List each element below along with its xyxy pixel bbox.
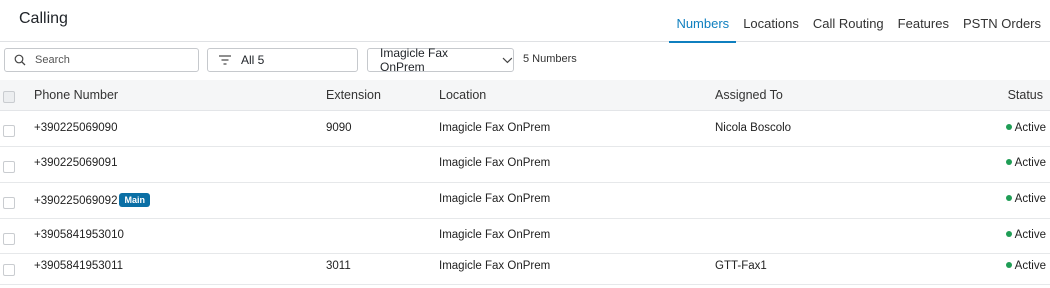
location-cell: Imagicle Fax OnPrem bbox=[439, 260, 551, 272]
extension-cell: 3011 bbox=[326, 260, 351, 272]
table-row[interactable]: +390225069092 Main Imagicle Fax OnPrem Ac… bbox=[0, 183, 1050, 219]
main-number-badge: Main bbox=[119, 193, 150, 207]
status-label: Active bbox=[1014, 229, 1046, 241]
search-input[interactable] bbox=[35, 54, 185, 66]
phone-number-cell: +390225069090 bbox=[34, 122, 118, 134]
page-title: Calling bbox=[19, 10, 68, 27]
location-cell: Imagicle Fax OnPrem bbox=[439, 157, 551, 169]
status-cell: Active bbox=[1005, 157, 1046, 169]
status-cell: Active bbox=[1005, 260, 1046, 272]
tab-locations[interactable]: Locations bbox=[736, 0, 806, 42]
location-cell: Imagicle Fax OnPrem bbox=[439, 122, 551, 134]
tab-pstn-orders[interactable]: PSTN Orders bbox=[956, 0, 1048, 42]
row-checkbox[interactable] bbox=[3, 161, 15, 173]
assigned-to-cell: GTT-Fax1 bbox=[715, 260, 767, 272]
status-dot-icon bbox=[1005, 195, 1012, 201]
status-dot-icon bbox=[1005, 124, 1012, 130]
phone-number-cell: +3905841953010 bbox=[34, 229, 124, 241]
status-cell: Active bbox=[1005, 122, 1046, 134]
column-header-status[interactable]: Status bbox=[1008, 88, 1043, 102]
page-header: Calling Numbers Locations Call Routing F… bbox=[0, 0, 1050, 43]
row-checkbox[interactable] bbox=[3, 197, 15, 209]
status-cell: Active bbox=[1005, 229, 1046, 241]
tab-features[interactable]: Features bbox=[891, 0, 956, 42]
result-count: 5 Numbers bbox=[523, 53, 577, 65]
table-row[interactable]: +3905841953011 3011 Imagicle Fax OnPrem … bbox=[0, 254, 1050, 285]
row-checkbox[interactable] bbox=[3, 264, 15, 276]
chevron-down-icon bbox=[502, 57, 513, 63]
table-row[interactable]: +3905841953010 Imagicle Fax OnPrem Activ… bbox=[0, 219, 1050, 254]
filter-icon bbox=[219, 55, 231, 65]
status-label: Active bbox=[1014, 122, 1046, 134]
status-label: Active bbox=[1014, 157, 1046, 169]
status-dot-icon bbox=[1005, 231, 1012, 237]
status-dot-icon bbox=[1005, 159, 1012, 165]
row-checkbox[interactable] bbox=[3, 125, 15, 137]
status-label: Active bbox=[1014, 193, 1046, 205]
extension-cell: 9090 bbox=[326, 122, 352, 134]
phone-number-cell: +390225069092 Main bbox=[34, 193, 150, 207]
location-cell: Imagicle Fax OnPrem bbox=[439, 193, 551, 205]
table-header: Phone Number Extension Location Assigned… bbox=[0, 80, 1050, 111]
assigned-to-cell: Nicola Boscolo bbox=[715, 122, 792, 134]
table-row[interactable]: +390225069091 Imagicle Fax OnPrem Active bbox=[0, 147, 1050, 183]
status-dot-icon bbox=[1005, 262, 1012, 268]
tab-numbers[interactable]: Numbers bbox=[669, 0, 736, 43]
status-cell: Active bbox=[1005, 193, 1046, 205]
search-box[interactable] bbox=[4, 48, 199, 72]
status-label: Active bbox=[1014, 260, 1046, 272]
table-row[interactable]: +390225069090 9090 Imagicle Fax OnPrem N… bbox=[0, 111, 1050, 147]
location-select-value: Imagicle Fax OnPrem bbox=[380, 46, 449, 74]
phone-number-text: +390225069092 bbox=[34, 195, 118, 207]
location-select[interactable]: Imagicle Fax OnPrem bbox=[367, 46, 514, 74]
column-header-extension[interactable]: Extension bbox=[326, 88, 381, 102]
phone-number-cell: +3905841953011 bbox=[34, 260, 124, 272]
select-all-checkbox[interactable] bbox=[3, 91, 15, 103]
location-cell: Imagicle Fax OnPrem bbox=[439, 229, 551, 241]
filter-dropdown[interactable]: All 5 bbox=[207, 48, 358, 72]
phone-number-cell: +390225069091 bbox=[34, 157, 118, 169]
search-icon bbox=[14, 54, 26, 66]
column-header-location[interactable]: Location bbox=[439, 88, 486, 102]
column-header-phone-number[interactable]: Phone Number bbox=[34, 88, 118, 102]
row-checkbox[interactable] bbox=[3, 233, 15, 245]
column-header-assigned-to[interactable]: Assigned To bbox=[715, 88, 783, 102]
filter-label: All 5 bbox=[241, 53, 265, 67]
tab-call-routing[interactable]: Call Routing bbox=[806, 0, 891, 42]
tab-bar: Numbers Locations Call Routing Features … bbox=[669, 0, 1048, 43]
